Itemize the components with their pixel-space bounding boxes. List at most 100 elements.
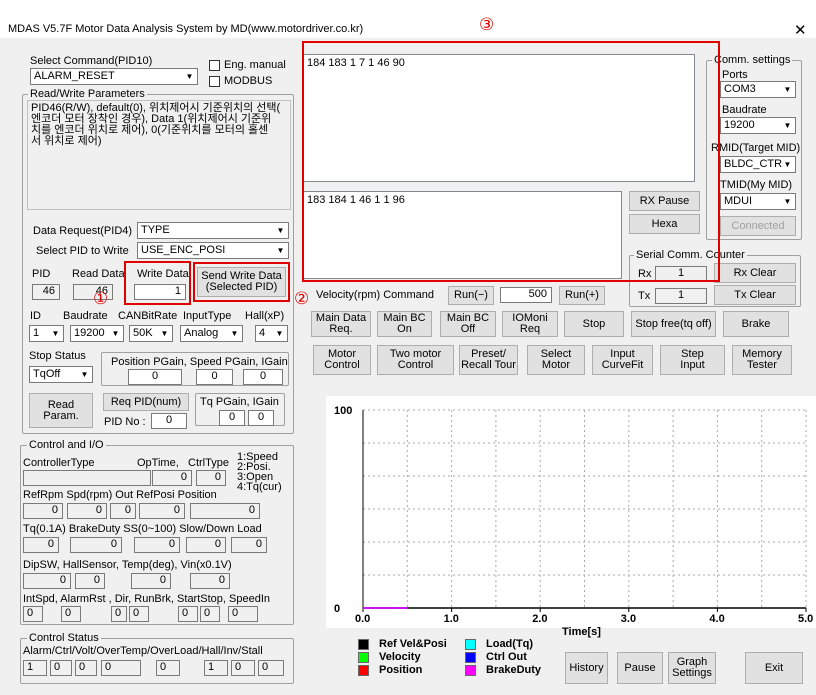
ctrl-status: 0	[50, 660, 72, 676]
two-motor-control-button[interactable]: Two motor Control	[377, 345, 454, 375]
main-bc-off-button[interactable]: Main BC Off	[440, 311, 496, 337]
pause-button[interactable]: Pause	[617, 652, 663, 684]
annotation-box-1	[124, 261, 191, 305]
select-command-label: Select Command(PID10)	[30, 55, 153, 67]
data-request-dropdown[interactable]: TYPE ▼	[137, 222, 289, 239]
select-pid-dropdown[interactable]: USE_ENC_POSI ▼	[137, 242, 289, 259]
slowdown-value: 0	[186, 537, 226, 553]
optime-value: 0	[152, 470, 192, 486]
startstop-value: 0	[178, 606, 198, 622]
velocity-command-label: Velocity(rpm) Command	[316, 289, 434, 301]
velocity-input[interactable]: 500	[500, 287, 552, 303]
history-button[interactable]: History	[565, 652, 608, 684]
x-tick-label: 5.0	[798, 613, 813, 625]
legend-swatch	[465, 652, 476, 663]
id-dropdown[interactable]: 1 ▼	[29, 325, 64, 342]
alarm-status: 1	[23, 660, 47, 676]
rmid-label: RMID(Target MID)	[711, 142, 801, 154]
select-motor-button[interactable]: Select Motor	[527, 345, 585, 375]
pid-no-input[interactable]: 0	[151, 413, 187, 429]
pid-value: 46	[32, 284, 60, 300]
tmid-dropdown[interactable]: MDUI ▼	[720, 193, 796, 210]
read-param-button[interactable]: Read Param.	[29, 393, 93, 428]
select-command-dropdown[interactable]: ALARM_RESET ▼	[30, 68, 198, 85]
graph-settings-button[interactable]: Graph Settings	[668, 652, 716, 684]
comm-baudrate-label: Baudrate	[722, 104, 767, 116]
controller-type-label: ControllerType	[23, 457, 95, 469]
connected-button[interactable]: Connected	[720, 216, 796, 236]
preset-recall-tour-button[interactable]: Preset/ Recall Tour	[459, 345, 518, 375]
req-pid-button[interactable]: Req PID(num)	[103, 393, 189, 411]
brakeduty-value: 0	[70, 537, 122, 553]
position-value: 0	[190, 503, 260, 519]
position-pgain-input[interactable]: 0	[128, 369, 182, 385]
pid-no-label: PID No :	[104, 416, 146, 428]
step-input-button[interactable]: Step Input	[660, 345, 725, 375]
baudrate-label: Baudrate	[63, 310, 108, 322]
main-data-req-button[interactable]: Main Data Req.	[311, 311, 371, 337]
ports-dropdown[interactable]: COM3 ▼	[720, 81, 796, 98]
run-plus-button[interactable]: Run(+)	[559, 286, 605, 305]
out-value: 0	[110, 503, 136, 519]
chevron-down-icon: ▼	[783, 121, 792, 130]
tq-igain-input[interactable]: 0	[248, 410, 274, 426]
inv-status: 0	[231, 660, 255, 676]
hallsensor-value: 0	[75, 573, 105, 589]
chevron-down-icon: ▼	[275, 329, 284, 338]
legend-label: Ref Vel&Posi	[379, 638, 447, 650]
hall-dropdown[interactable]: 4 ▼	[255, 325, 288, 342]
stop-button[interactable]: Stop	[564, 311, 624, 337]
run-minus-button[interactable]: Run(−)	[448, 286, 494, 305]
canbitrate-dropdown[interactable]: 50K ▼	[129, 325, 173, 342]
rx-clear-button[interactable]: Rx Clear	[714, 263, 796, 283]
annotation-marker-2: ②	[294, 289, 310, 308]
pid-description: PID46(R/W), default(0), 위치제어시 기준위치의 선택( …	[27, 100, 291, 210]
chevron-down-icon: ▼	[160, 329, 169, 338]
row2-label: Tq(0.1A) BrakeDuty SS(0~100) Slow/Down L…	[23, 523, 262, 535]
eng-manual-checkbox[interactable]	[209, 60, 220, 71]
brake-button[interactable]: Brake	[723, 311, 789, 337]
main-bc-on-button[interactable]: Main BC On	[377, 311, 432, 337]
row1-label: RefRpm Spd(rpm) Out RefPosi Position	[23, 489, 217, 501]
overtemp-status: 0	[101, 660, 141, 676]
runbrk-value: 0	[129, 606, 149, 622]
baudrate-dropdown[interactable]: 19200 ▼	[70, 325, 124, 342]
rmid-dropdown[interactable]: BLDC_CTR ▼	[720, 156, 796, 173]
iomoni-req-button[interactable]: IOMoni Req	[502, 311, 558, 337]
y-tick-label: 0	[334, 603, 340, 615]
inputtype-dropdown[interactable]: Analog ▼	[180, 325, 243, 342]
exit-button[interactable]: Exit	[745, 652, 803, 684]
window-title: MDAS V5.7F Motor Data Analysis System by…	[8, 23, 364, 35]
pid-label: PID	[32, 268, 51, 280]
tx-clear-button[interactable]: Tx Clear	[714, 285, 796, 305]
comm-baudrate-dropdown[interactable]: 19200 ▼	[720, 117, 796, 134]
input-curvefit-button[interactable]: Input CurveFit	[592, 345, 653, 375]
id-value: 1	[33, 327, 40, 339]
tx-count: 1	[655, 288, 707, 304]
chevron-down-icon: ▼	[80, 370, 89, 379]
stop-free-button[interactable]: Stop free(tq off)	[631, 311, 716, 337]
x-tick-label: 0.0	[355, 613, 370, 625]
legend-label: BrakeDuty	[486, 664, 542, 676]
comm-baudrate-value: 19200	[724, 119, 755, 131]
modbus-checkbox[interactable]	[209, 76, 220, 87]
hall-label: Hall(xP)	[245, 310, 285, 322]
ctrl-legend: 1:Speed 2:Posi. 3:Open 4:Tq(cur)	[237, 452, 282, 493]
motor-control-button[interactable]: Motor Control	[313, 345, 371, 375]
inputtype-label: InputType	[183, 310, 232, 322]
x-tick-label: 4.0	[709, 613, 724, 625]
canbitrate-label: CANBitRate	[118, 310, 178, 322]
annotation-marker-1: ①	[93, 289, 109, 308]
memory-tester-button[interactable]: Memory Tester	[732, 345, 792, 375]
legend-label: Velocity	[379, 651, 421, 663]
stop-status-label: Stop Status	[29, 350, 86, 362]
legend-swatch	[358, 652, 369, 663]
igain-input[interactable]: 0	[243, 369, 283, 385]
startstop2-value: 0	[200, 606, 220, 622]
stop-status-dropdown[interactable]: TqOff ▼	[29, 366, 93, 383]
hall-status: 1	[204, 660, 228, 676]
close-icon[interactable]: ✕	[794, 21, 807, 39]
tq-pgain-input[interactable]: 0	[219, 410, 245, 426]
dir-value: 0	[111, 606, 127, 622]
speed-pgain-input[interactable]: 0	[196, 369, 233, 385]
